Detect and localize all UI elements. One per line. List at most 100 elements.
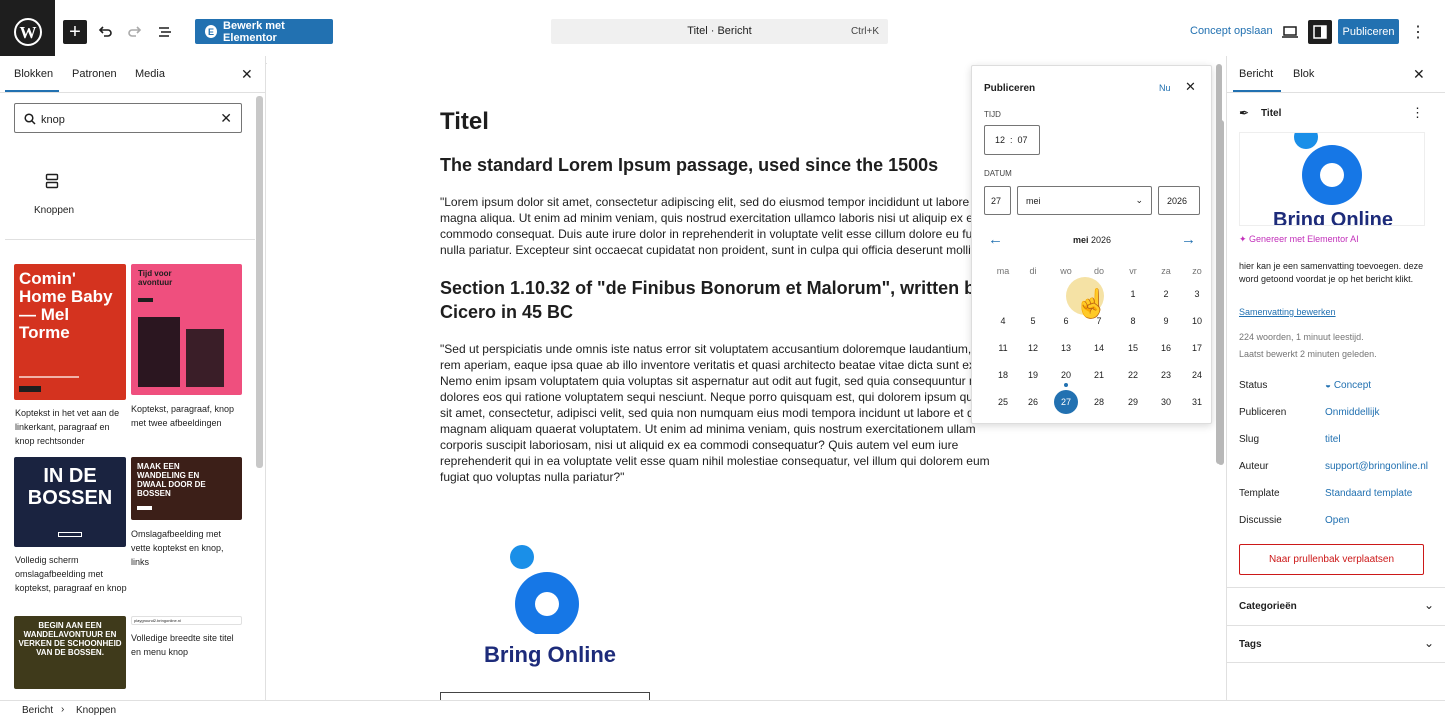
heading-block[interactable]: Section 1.10.32 of "de Finibus Bonorum e… bbox=[440, 276, 1020, 324]
block-item-label: Knoppen bbox=[34, 205, 75, 216]
pattern-preview[interactable]: BEGIN AAN EEN WANDELAVONTUUR EN VERKEN D… bbox=[14, 616, 126, 689]
calendar-day[interactable]: 18 bbox=[991, 363, 1015, 387]
document-overview-button[interactable] bbox=[153, 20, 177, 44]
edit-with-elementor-button[interactable]: E Bewerk met Elementor bbox=[195, 19, 333, 44]
calendar-day[interactable]: 23 bbox=[1154, 363, 1178, 387]
breadcrumb-buttons[interactable]: Knoppen bbox=[76, 705, 116, 716]
save-draft-button[interactable]: Concept opslaan bbox=[1190, 25, 1273, 37]
calendar-day[interactable]: 5 bbox=[1021, 309, 1045, 333]
undo-button[interactable] bbox=[93, 20, 117, 44]
publish-button[interactable]: Publiceren bbox=[1338, 19, 1399, 44]
date-label: DATUM bbox=[984, 169, 1012, 178]
author-value[interactable]: support@bringonline.nl bbox=[1325, 461, 1428, 472]
calendar-day[interactable]: 12 bbox=[1021, 336, 1045, 360]
year-input[interactable]: 2026 bbox=[1158, 186, 1200, 215]
close-popover-button[interactable]: ✕ bbox=[1185, 79, 1196, 95]
post-actions-button[interactable]: ⋮ bbox=[1411, 105, 1424, 121]
calendar-day[interactable]: 13 bbox=[1054, 336, 1078, 360]
close-settings-button[interactable]: ✕ bbox=[1413, 66, 1425, 83]
hour-value[interactable]: 12 bbox=[995, 135, 1005, 145]
tab-block[interactable]: Blok bbox=[1293, 68, 1314, 80]
pattern-preview[interactable]: Tijd voor avontuur bbox=[131, 264, 242, 395]
calendar-day[interactable]: 16 bbox=[1154, 336, 1178, 360]
calendar-day[interactable]: 26 bbox=[1021, 390, 1045, 414]
calendar-day[interactable]: 1 bbox=[1121, 282, 1145, 306]
calendar-day[interactable]: 11 bbox=[991, 336, 1015, 360]
featured-image[interactable]: Bring Online bbox=[1239, 132, 1425, 226]
time-input[interactable]: 12 : 07 bbox=[984, 125, 1040, 155]
status-value[interactable]: ◒ Concept bbox=[1325, 380, 1371, 391]
close-inserter-button[interactable]: ✕ bbox=[241, 66, 253, 83]
move-to-trash-button[interactable]: Naar prullenbak verplaatsen bbox=[1239, 544, 1424, 575]
template-value[interactable]: Standaard template bbox=[1325, 488, 1412, 499]
tags-panel-toggle[interactable]: Tags ⌄ bbox=[1227, 625, 1445, 663]
calendar-day[interactable]: 8 bbox=[1121, 309, 1145, 333]
pattern-preview[interactable]: playground2.bringonline.nl bbox=[131, 616, 242, 625]
calendar-day[interactable]: 31 bbox=[1185, 390, 1209, 414]
pattern-preview[interactable]: Comin' Home Baby — Mel Torme bbox=[14, 264, 126, 400]
slug-label: Slug bbox=[1239, 434, 1260, 445]
weekday-label: do bbox=[1093, 266, 1104, 276]
calendar-day[interactable]: 15 bbox=[1121, 336, 1145, 360]
discussion-value[interactable]: Open bbox=[1325, 515, 1349, 526]
inserter-scrollbar[interactable] bbox=[256, 96, 263, 468]
publish-value[interactable]: Onmiddellijk bbox=[1325, 407, 1379, 418]
tab-patterns[interactable]: Patronen bbox=[72, 68, 117, 80]
preview-button[interactable] bbox=[1278, 20, 1302, 44]
paragraph-block[interactable]: "Sed ut perspiciatis unde omnis iste nat… bbox=[440, 341, 1020, 485]
pattern-preview-text: Tijd voor avontuur bbox=[138, 269, 173, 287]
settings-scrollbar[interactable] bbox=[1216, 64, 1222, 464]
breadcrumb-post[interactable]: Bericht bbox=[22, 705, 53, 716]
tab-media[interactable]: Media bbox=[135, 68, 165, 80]
calendar-day[interactable]: 24 bbox=[1185, 363, 1209, 387]
post-title[interactable]: Titel bbox=[440, 108, 489, 136]
table-block[interactable] bbox=[440, 692, 650, 700]
time-label: TIJD bbox=[984, 110, 1001, 119]
block-search-input[interactable]: knop ✕ bbox=[14, 103, 242, 133]
calendar-day[interactable]: 2 bbox=[1154, 282, 1178, 306]
month-select[interactable]: mei ⌄ bbox=[1017, 186, 1152, 215]
pattern-caption: Koptekst, paragraaf, knop met twee afbee… bbox=[131, 404, 235, 428]
tab-post[interactable]: Bericht bbox=[1239, 68, 1273, 80]
paragraph-block[interactable]: "Lorem ipsum dolor sit amet, consectetur… bbox=[440, 194, 1020, 258]
calendar-day[interactable]: 25 bbox=[991, 390, 1015, 414]
calendar-day[interactable]: 27 bbox=[1054, 390, 1078, 414]
calendar-day[interactable]: 10 bbox=[1185, 309, 1209, 333]
minute-value[interactable]: 07 bbox=[1018, 135, 1028, 145]
day-input[interactable]: 27 bbox=[984, 186, 1011, 215]
search-icon bbox=[24, 113, 36, 125]
heading-block[interactable]: The standard Lorem Ipsum passage, used s… bbox=[440, 153, 1000, 177]
calendar-day[interactable]: 28 bbox=[1087, 390, 1111, 414]
calendar-day[interactable]: 21 bbox=[1087, 363, 1111, 387]
tab-blocks[interactable]: Blokken bbox=[14, 68, 53, 80]
settings-toggle-button[interactable] bbox=[1308, 20, 1332, 44]
redo-button[interactable] bbox=[123, 20, 147, 44]
elementor-icon: E bbox=[205, 25, 218, 38]
pattern-image bbox=[186, 329, 224, 387]
calendar-day[interactable]: 30 bbox=[1154, 390, 1178, 414]
command-palette-bar[interactable]: Titel · Bericht Ctrl+K bbox=[551, 19, 888, 44]
calendar-day[interactable]: 4 bbox=[991, 309, 1015, 333]
elementor-ai-link[interactable]: ✦ Genereer met Elementor AI bbox=[1239, 234, 1359, 245]
slug-value[interactable]: titel bbox=[1325, 434, 1341, 445]
publish-date-popover: Publiceren Nu ✕ TIJD 12 : 07 DATUM 27 me… bbox=[971, 65, 1212, 424]
calendar-day[interactable]: 22 bbox=[1121, 363, 1145, 387]
wordpress-logo-button[interactable]: W bbox=[0, 0, 55, 64]
pattern-preview[interactable]: IN DE BOSSEN bbox=[14, 457, 126, 547]
add-block-button[interactable]: + bbox=[63, 20, 87, 44]
pattern-preview[interactable]: MAAK EEN WANDELING EN DWAAL DOOR DE BOSS… bbox=[131, 457, 242, 520]
image-block[interactable]: Bring Online bbox=[480, 544, 620, 674]
calendar-day[interactable]: 14 bbox=[1087, 336, 1111, 360]
calendar-day[interactable]: 29 bbox=[1121, 390, 1145, 414]
calendar-day[interactable]: 17 bbox=[1185, 336, 1209, 360]
clear-search-icon[interactable]: ✕ bbox=[220, 110, 232, 127]
edit-excerpt-link[interactable]: Samenvatting bewerken bbox=[1239, 307, 1336, 317]
calendar-day[interactable]: 19 bbox=[1021, 363, 1045, 387]
calendar-day[interactable]: 9 bbox=[1154, 309, 1178, 333]
next-month-icon[interactable]: → bbox=[1181, 231, 1196, 248]
close-icon: ✕ bbox=[1185, 79, 1196, 94]
now-button[interactable]: Nu bbox=[1159, 83, 1171, 93]
calendar-day[interactable]: 3 bbox=[1185, 282, 1209, 306]
categories-panel-toggle[interactable]: Categorieën ⌄ bbox=[1227, 587, 1445, 625]
options-menu-button[interactable]: ⋮ bbox=[1406, 20, 1430, 44]
